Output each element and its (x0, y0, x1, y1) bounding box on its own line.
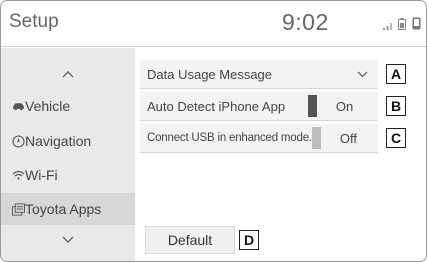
auto-detect-iphone-row[interactable]: Auto Detect iPhone App On (140, 92, 378, 121)
sidebar-item-wifi[interactable]: Wi-Fi (1, 159, 135, 191)
default-button[interactable]: Default (145, 226, 235, 254)
sidebar-item-label: Toyota Apps (25, 201, 102, 217)
data-usage-message-row[interactable]: Data Usage Message (140, 60, 378, 89)
header-bar: Setup 9:02 (1, 1, 426, 47)
usb-enhanced-toggle[interactable]: Off (311, 127, 376, 149)
page-title: Setup (9, 11, 59, 32)
switch-indicator-off (311, 127, 321, 149)
sidebar: Vehicle Navigation Wi-Fi Toyota Apps (1, 48, 135, 261)
chevron-up-icon (62, 65, 74, 83)
auto-detect-toggle[interactable]: On (308, 95, 372, 117)
chevron-down-icon (357, 71, 368, 78)
phone-connected-icon (412, 17, 421, 35)
clock: 9:02 (282, 9, 329, 35)
toggle-value: Off (339, 130, 357, 146)
callout-label-c: C (386, 128, 406, 148)
sidebar-item-vehicle[interactable]: Vehicle (1, 90, 135, 122)
phone-battery-icon (398, 17, 406, 35)
navigation-compass-icon (1, 134, 25, 148)
wifi-icon (1, 170, 25, 180)
callout-label-d: D (239, 230, 259, 250)
chevron-down-icon (62, 231, 74, 249)
setting-label: Auto Detect iPhone App (147, 98, 286, 114)
sidebar-item-label: Navigation (25, 133, 92, 149)
scroll-up-button[interactable] (1, 60, 135, 88)
callout-label-a: A (386, 64, 406, 84)
callout-label-b: B (386, 96, 406, 116)
scroll-down-button[interactable] (1, 226, 135, 254)
sidebar-item-label: Vehicle (25, 98, 71, 114)
switch-indicator-on (308, 95, 317, 117)
status-icons (383, 17, 421, 35)
sidebar-item-navigation[interactable]: Navigation (1, 125, 135, 157)
car-icon (1, 102, 25, 111)
setup-screen: Setup 9:02 Vehicle Navigation Wi-Fi Toyo… (0, 0, 427, 262)
usb-enhanced-mode-row[interactable]: Connect USB in enhanced mode. Off (140, 124, 378, 153)
setting-label: Data Usage Message (147, 66, 273, 82)
sidebar-item-toyota-apps[interactable]: Toyota Apps (1, 193, 135, 225)
sidebar-item-label: Wi-Fi (25, 167, 58, 183)
toggle-value: On (335, 98, 354, 114)
setting-label: Connect USB in enhanced mode. (147, 132, 312, 144)
toyota-apps-icon (1, 202, 25, 216)
signal-strength-icon (383, 17, 392, 35)
